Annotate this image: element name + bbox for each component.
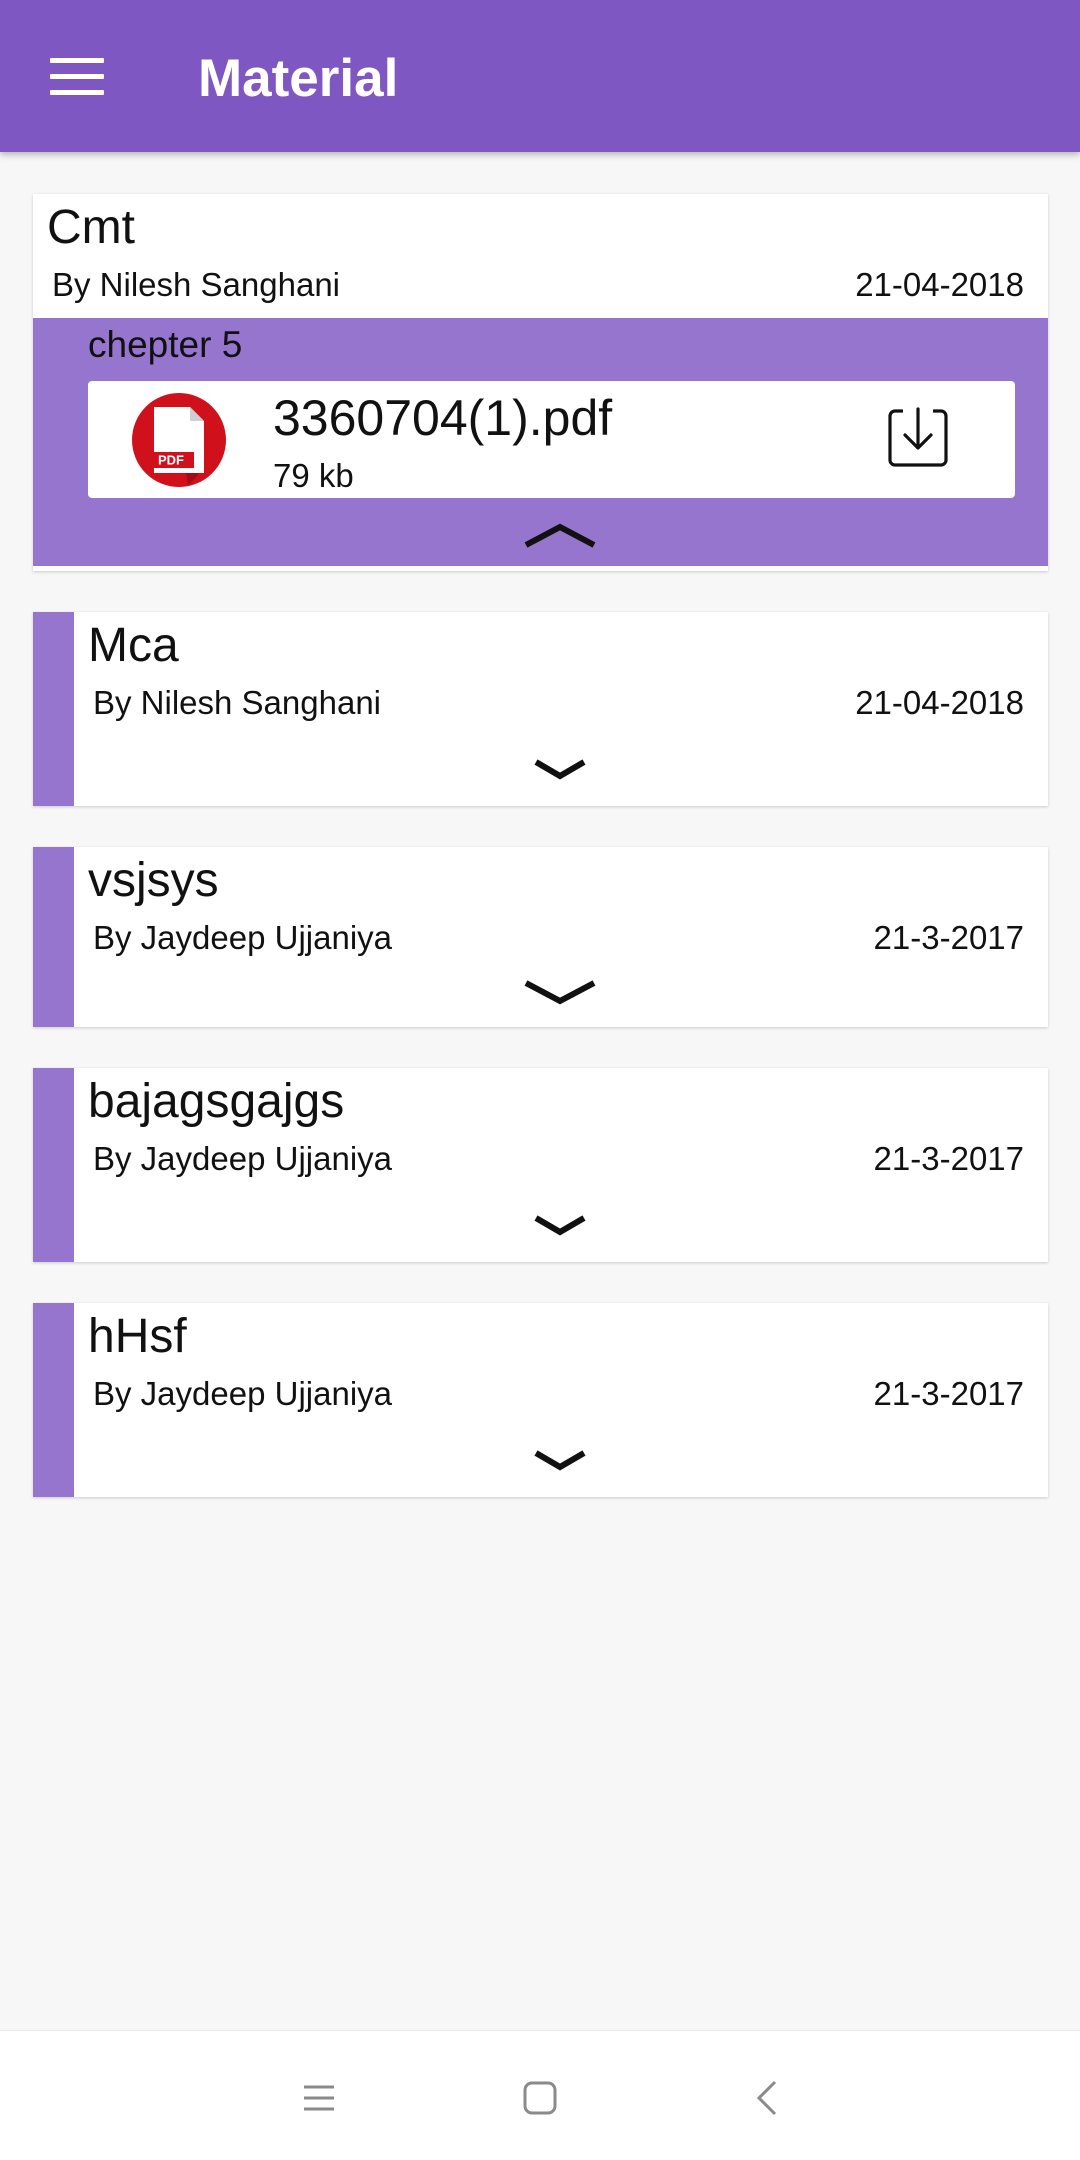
- material-title: hHsf: [88, 1310, 187, 1363]
- material-title: Mca: [88, 619, 179, 672]
- material-card-hhsf[interactable]: hHsf By Jaydeep Ujjaniya 21-3-2017: [33, 1303, 1048, 1497]
- file-size: 79 kb: [273, 457, 354, 494]
- hamburger-menu-icon[interactable]: [44, 46, 110, 106]
- material-author: By Nilesh Sanghani: [93, 684, 382, 721]
- material-card-mca[interactable]: Mca By Nilesh Sanghani 21-04-2018: [33, 612, 1048, 806]
- material-author: By Jaydeep Ujjaniya: [93, 1375, 392, 1412]
- page-title: Material: [198, 49, 399, 108]
- section-label: chepter 5: [88, 324, 243, 365]
- chevron-down-icon[interactable]: [533, 758, 587, 780]
- material-date: 21-3-2017: [873, 1140, 1024, 1177]
- material-date: 21-3-2017: [873, 1375, 1024, 1412]
- card-accent-stripe: [33, 1068, 74, 1262]
- material-title: Cmt: [47, 201, 135, 254]
- material-card-vsjsys[interactable]: vsjsys By Jaydeep Ujjaniya 21-3-2017: [33, 847, 1048, 1027]
- pdf-badge-text: PDF: [158, 453, 184, 468]
- material-title: bajagsgajgs: [88, 1075, 345, 1128]
- material-title: vsjsys: [88, 854, 219, 907]
- material-author: By Jaydeep Ujjaniya: [93, 1140, 392, 1177]
- material-date: 21-04-2018: [855, 684, 1024, 721]
- chevron-up-icon[interactable]: [523, 522, 597, 548]
- card-accent-stripe: [33, 847, 74, 1027]
- material-date: 21-3-2017: [873, 919, 1024, 956]
- home-square-icon[interactable]: [523, 2081, 557, 2115]
- material-expanded-panel: chepter 5 PDF 3360704(1).pdf 79 kb: [33, 318, 1048, 566]
- pdf-file-icon: PDF: [132, 393, 226, 487]
- back-chevron-icon[interactable]: [756, 2080, 778, 2116]
- card-accent-stripe: [33, 612, 74, 806]
- material-date: 21-04-2018: [855, 266, 1024, 303]
- menu-nav-icon[interactable]: [302, 2083, 336, 2113]
- chevron-down-icon[interactable]: [533, 1214, 587, 1236]
- chevron-down-icon[interactable]: [523, 979, 597, 1005]
- material-card-bajagsgajgs[interactable]: bajagsgajgs By Jaydeep Ujjaniya 21-3-201…: [33, 1068, 1048, 1262]
- material-author: By Jaydeep Ujjaniya: [93, 919, 392, 956]
- material-card-cmt[interactable]: Cmt By Nilesh Sanghani 21-04-2018 chepte…: [33, 194, 1048, 571]
- system-nav-bar: [0, 2030, 1080, 2160]
- file-name: 3360704(1).pdf: [273, 390, 613, 446]
- material-author: By Nilesh Sanghani: [52, 266, 341, 303]
- chevron-down-icon[interactable]: [533, 1449, 587, 1471]
- card-accent-stripe: [33, 1303, 74, 1497]
- download-icon[interactable]: [885, 405, 951, 471]
- file-item[interactable]: PDF 3360704(1).pdf 79 kb: [88, 381, 1015, 498]
- app-bar: Material: [0, 0, 1080, 152]
